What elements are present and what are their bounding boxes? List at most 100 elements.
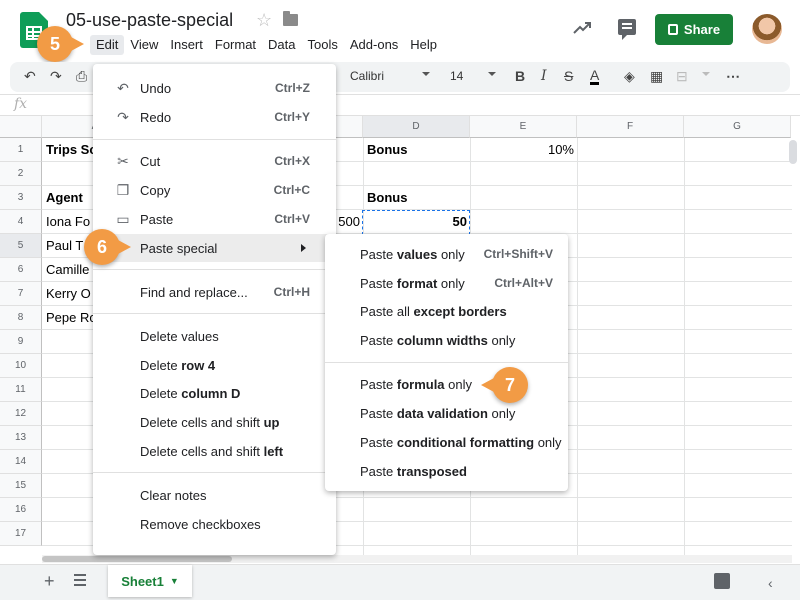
cell-a1[interactable]: Trips Sc xyxy=(46,138,97,162)
fill-color-icon[interactable]: ◈ xyxy=(624,68,635,85)
column-header-g[interactable]: G xyxy=(684,116,791,138)
row-header-9[interactable]: 9 xyxy=(0,330,42,354)
submenu-paste-format-only[interactable]: Paste format only Ctrl+Alt+V xyxy=(325,269,568,297)
share-button[interactable]: Share xyxy=(655,14,733,45)
redo-icon[interactable]: ↷ xyxy=(50,68,62,85)
all-sheets-icon[interactable] xyxy=(74,574,86,586)
row-header-16[interactable]: 16 xyxy=(0,498,42,522)
menu-copy[interactable]: ❐ Copy Ctrl+C xyxy=(93,176,336,204)
folder-icon[interactable] xyxy=(283,11,298,26)
menu-delete-values[interactable]: Delete values xyxy=(93,322,336,350)
column-header-e[interactable]: E xyxy=(470,116,577,138)
row-header-4[interactable]: 4 xyxy=(0,210,42,234)
undo-icon[interactable]: ↶ xyxy=(24,68,36,85)
submenu-paste-formula-only[interactable]: Paste formula only xyxy=(325,370,568,398)
menu-delete-shift-up[interactable]: Delete cells and shift up xyxy=(93,408,336,436)
star-icon[interactable]: ☆ xyxy=(256,10,272,31)
cell-a7[interactable]: Kerry O xyxy=(46,282,91,306)
add-sheet-icon[interactable]: + xyxy=(44,571,55,592)
row-header-14[interactable]: 14 xyxy=(0,450,42,474)
menu-find-replace-shortcut: Ctrl+H xyxy=(273,285,310,299)
strikethrough-icon[interactable]: S xyxy=(564,68,573,84)
cell-a5[interactable]: Paul T xyxy=(46,234,83,258)
row-header-17[interactable]: 17 xyxy=(0,522,42,546)
submenu-paste-column-widths-only[interactable]: Paste column widths only xyxy=(325,326,568,354)
copy-icon: ❐ xyxy=(116,182,130,198)
menu-delete-column[interactable]: Delete column D xyxy=(93,379,336,407)
row-header-7[interactable]: 7 xyxy=(0,282,42,306)
cell-d3[interactable]: Bonus xyxy=(367,186,407,210)
menu-help[interactable]: Help xyxy=(404,35,443,55)
menu-copy-shortcut: Ctrl+C xyxy=(273,183,310,197)
menu-insert[interactable]: Insert xyxy=(164,35,209,55)
menu-delete-row[interactable]: Delete row 4 xyxy=(93,351,336,379)
row-header-3[interactable]: 3 xyxy=(0,186,42,210)
activity-trend-icon[interactable] xyxy=(572,18,592,38)
cell-a3[interactable]: Agent xyxy=(46,186,83,210)
row-header-12[interactable]: 12 xyxy=(0,402,42,426)
menu-delete-shift-left[interactable]: Delete cells and shift left xyxy=(93,437,336,465)
menu-redo-shortcut: Ctrl+Y xyxy=(274,110,310,124)
menu-cut[interactable]: ✂ Cut Ctrl+X xyxy=(93,147,336,175)
menu-undo[interactable]: ↶ Undo Ctrl+Z xyxy=(93,74,336,102)
row-header-1[interactable]: 1 xyxy=(0,138,42,162)
font-size-dropdown-icon[interactable] xyxy=(488,72,496,76)
italic-icon[interactable]: I xyxy=(541,68,547,84)
menu-data[interactable]: Data xyxy=(262,35,301,55)
submenu-paste-conditional-formatting-only[interactable]: Paste conditional formatting only xyxy=(325,428,568,456)
row-header-5[interactable]: 5 xyxy=(0,234,42,258)
more-options-icon[interactable]: ⋯ xyxy=(726,68,740,85)
chevron-down-icon[interactable]: ▼ xyxy=(170,576,179,586)
explore-icon[interactable] xyxy=(714,573,730,589)
menu-redo[interactable]: ↷ Redo Ctrl+Y xyxy=(93,103,336,131)
cell-a6[interactable]: Camille xyxy=(46,258,89,282)
merge-dropdown-icon[interactable] xyxy=(702,72,710,76)
cell-e1[interactable]: 10% xyxy=(474,138,574,162)
submenu-paste-transposed[interactable]: Paste transposed xyxy=(325,457,568,485)
submenu-paste-all-except-borders[interactable]: Paste all except borders xyxy=(325,297,568,325)
row-header-2[interactable]: 2 xyxy=(0,162,42,186)
merge-cells-icon[interactable]: ⊟ xyxy=(676,68,688,85)
menu-cut-label: Cut xyxy=(140,154,161,169)
menu-edit[interactable]: Edit xyxy=(90,35,125,55)
font-size-select[interactable]: 14 xyxy=(450,69,463,83)
chevron-left-icon[interactable]: ‹ xyxy=(768,575,773,591)
menu-paste[interactable]: ▭ Paste Ctrl+V xyxy=(93,205,336,233)
avatar[interactable] xyxy=(752,14,782,44)
font-family-select[interactable]: Calibri xyxy=(350,69,384,83)
document-title[interactable]: 05-use-paste-special xyxy=(66,10,233,31)
column-header-f[interactable]: F xyxy=(577,116,684,138)
corner-header[interactable] xyxy=(0,116,42,138)
menu-addons[interactable]: Add-ons xyxy=(344,35,404,55)
cell-a4[interactable]: Iona Fo xyxy=(46,210,90,234)
row-header-11[interactable]: 11 xyxy=(0,378,42,402)
menu-tools[interactable]: Tools xyxy=(302,35,344,55)
print-icon[interactable]: ⎙ xyxy=(76,68,87,85)
menu-remove-checkboxes[interactable]: Remove checkboxes xyxy=(93,510,336,538)
submenu-paste-data-validation-only[interactable]: Paste data validation only xyxy=(325,399,568,427)
submenu-paste-values-only[interactable]: Paste values only Ctrl+Shift+V xyxy=(325,240,568,268)
row-header-13[interactable]: 13 xyxy=(0,426,42,450)
horizontal-scrollbar[interactable] xyxy=(42,555,792,563)
column-header-d[interactable]: D xyxy=(363,116,470,138)
row-header-15[interactable]: 15 xyxy=(0,474,42,498)
menu-format[interactable]: Format xyxy=(209,35,262,55)
sheet-tab[interactable]: Sheet1 ▼ xyxy=(108,565,192,597)
bold-icon[interactable]: B xyxy=(515,68,525,84)
row-header-10[interactable]: 10 xyxy=(0,354,42,378)
step-7-callout: 7 xyxy=(481,367,528,403)
cell-d1[interactable]: Bonus xyxy=(367,138,407,162)
grid-line xyxy=(684,138,685,556)
row-header-8[interactable]: 8 xyxy=(0,306,42,330)
row-header-6[interactable]: 6 xyxy=(0,258,42,282)
menu-view[interactable]: View xyxy=(124,35,164,55)
submenu-paste-transposed-label: Paste transposed xyxy=(360,464,467,479)
comment-icon[interactable] xyxy=(618,19,636,40)
menu-clear-notes[interactable]: Clear notes xyxy=(93,481,336,509)
text-color-icon[interactable]: A xyxy=(590,68,600,85)
font-family-dropdown-icon[interactable] xyxy=(422,72,430,76)
borders-icon[interactable]: ▦ xyxy=(650,68,663,85)
cell-a8[interactable]: Pepe Ro xyxy=(46,306,97,330)
menu-find-replace[interactable]: Find and replace... Ctrl+H xyxy=(93,278,336,306)
vertical-scrollbar[interactable] xyxy=(789,140,797,164)
